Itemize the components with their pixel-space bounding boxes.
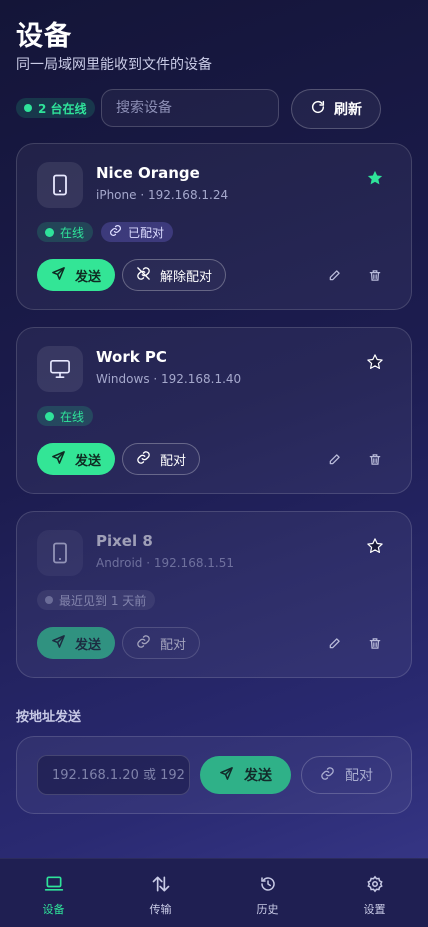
laptop-icon bbox=[44, 875, 64, 896]
offline-dot-icon bbox=[45, 596, 53, 604]
address-pair-button[interactable]: 配对 bbox=[301, 756, 392, 794]
pair-button[interactable]: 配对 bbox=[122, 627, 201, 659]
refresh-label: 刷新 bbox=[334, 102, 362, 118]
send-button[interactable]: 发送 bbox=[37, 627, 116, 659]
page-title: 设备 bbox=[16, 21, 72, 52]
status-label: 在线 bbox=[60, 409, 85, 424]
nav-label: 设备 bbox=[42, 903, 65, 916]
send-icon bbox=[51, 266, 66, 285]
paired-badge: 已配对 bbox=[101, 222, 174, 242]
pair-label: 配对 bbox=[160, 637, 187, 653]
online-dot-icon bbox=[45, 227, 54, 237]
device-platform: Android · 192.168.1.51 bbox=[96, 556, 234, 570]
link-icon bbox=[109, 224, 122, 240]
nav-item-settings[interactable]: 设置 bbox=[321, 859, 428, 927]
send-label: 发送 bbox=[75, 269, 102, 285]
edit-icon[interactable] bbox=[325, 265, 345, 285]
refresh-button[interactable]: 刷新 bbox=[291, 89, 381, 129]
phone-icon bbox=[37, 162, 83, 208]
edit-icon[interactable] bbox=[325, 633, 345, 653]
send-label: 发送 bbox=[75, 453, 102, 469]
star-outline-icon[interactable] bbox=[365, 352, 385, 372]
online-count-badge: 2 台在线 bbox=[16, 98, 95, 118]
send-button[interactable]: 发送 bbox=[37, 259, 116, 291]
online-count-label: 2 台在线 bbox=[38, 101, 87, 116]
nav-label: 设置 bbox=[363, 903, 386, 916]
edit-icon[interactable] bbox=[325, 449, 345, 469]
nav-item-history[interactable]: 历史 bbox=[214, 859, 321, 927]
unpair-label: 解除配对 bbox=[160, 269, 213, 285]
send-button[interactable]: 发送 bbox=[37, 443, 116, 475]
bottom-nav: 设备 传输 历史 设置 bbox=[0, 858, 428, 927]
device-card: Pixel 8 Android · 192.168.1.51 最近见到 1 天前… bbox=[16, 511, 412, 678]
trash-icon[interactable] bbox=[365, 265, 385, 285]
device-name: Pixel 8 bbox=[96, 532, 153, 550]
link-broken-icon bbox=[136, 266, 151, 285]
nav-label: 传输 bbox=[149, 903, 172, 916]
status-label: 在线 bbox=[60, 225, 85, 240]
star-outline-icon[interactable] bbox=[365, 536, 385, 556]
send-by-address-label: 按地址发送 bbox=[16, 710, 82, 725]
device-name: Work PC bbox=[96, 348, 167, 366]
link-icon bbox=[136, 450, 151, 469]
unpair-button[interactable]: 解除配对 bbox=[122, 259, 227, 291]
status-label: 最近见到 1 天前 bbox=[59, 593, 147, 608]
nav-item-devices[interactable]: 设备 bbox=[0, 859, 107, 927]
online-dot-icon bbox=[24, 104, 32, 112]
pair-label: 配对 bbox=[160, 453, 187, 469]
address-send-button[interactable]: 发送 bbox=[200, 756, 291, 794]
address-pair-label: 配对 bbox=[345, 768, 373, 784]
send-icon bbox=[51, 634, 66, 653]
phone-icon bbox=[37, 530, 83, 576]
search-input[interactable] bbox=[101, 89, 279, 127]
link-icon bbox=[136, 634, 151, 653]
send-icon bbox=[51, 450, 66, 469]
device-platform: Windows · 192.168.1.40 bbox=[96, 372, 242, 386]
transfer-arrows-icon bbox=[151, 875, 171, 896]
refresh-icon bbox=[310, 99, 326, 119]
trash-icon[interactable] bbox=[365, 633, 385, 653]
paired-label: 已配对 bbox=[128, 225, 165, 240]
link-icon bbox=[320, 766, 335, 785]
online-dot-icon bbox=[45, 411, 54, 421]
device-card: Nice Orange iPhone · 192.168.1.24 在线 已配对… bbox=[16, 143, 412, 310]
device-name: Nice Orange bbox=[96, 164, 200, 182]
device-platform: iPhone · 192.168.1.24 bbox=[96, 188, 229, 202]
status-badge: 在线 bbox=[37, 222, 94, 242]
nav-item-transfer[interactable]: 传输 bbox=[107, 859, 214, 927]
trash-icon[interactable] bbox=[365, 449, 385, 469]
star-filled-icon[interactable] bbox=[365, 168, 385, 188]
settings-icon bbox=[365, 875, 385, 896]
status-badge: 最近见到 1 天前 bbox=[37, 590, 156, 610]
address-send-label: 发送 bbox=[244, 768, 272, 784]
status-badge: 在线 bbox=[37, 406, 94, 426]
send-icon bbox=[219, 766, 234, 785]
address-input[interactable] bbox=[37, 755, 190, 795]
monitor-icon bbox=[37, 346, 83, 392]
send-by-address-card: 发送 配对 bbox=[16, 736, 412, 814]
history-icon bbox=[258, 875, 278, 896]
device-card: Work PC Windows · 192.168.1.40 在线 发送 配对 bbox=[16, 327, 412, 494]
pair-button[interactable]: 配对 bbox=[122, 443, 201, 475]
nav-label: 历史 bbox=[256, 903, 279, 916]
send-label: 发送 bbox=[75, 637, 102, 653]
page-subtitle: 同一局域网里能收到文件的设备 bbox=[16, 57, 212, 73]
